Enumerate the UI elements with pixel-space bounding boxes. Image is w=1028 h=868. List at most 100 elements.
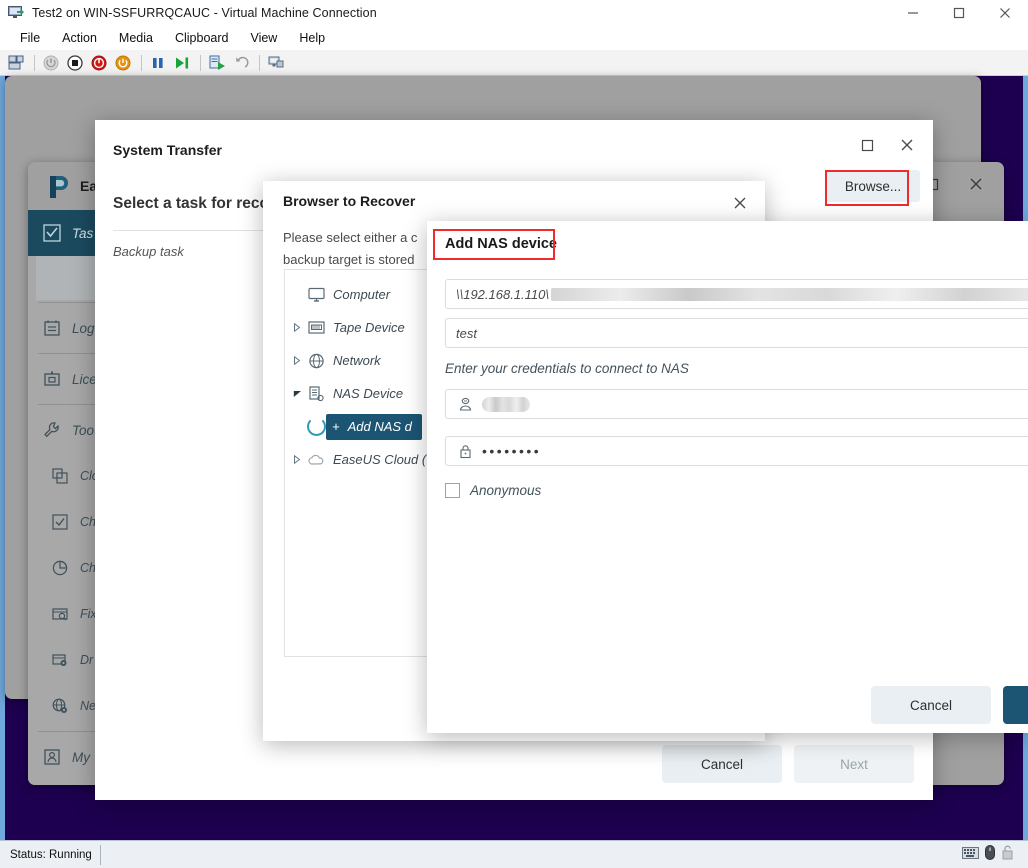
chevron-right-icon[interactable] bbox=[289, 455, 305, 464]
chevron-right-icon[interactable] bbox=[289, 356, 305, 365]
vm-titlebar: Test2 on WIN-SSFURRQCAUC - Virtual Machi… bbox=[0, 0, 1028, 27]
credentials-label: Enter your credentials to connect to NAS bbox=[445, 361, 689, 376]
anonymous-checkbox-row[interactable]: Anonymous bbox=[445, 483, 541, 498]
play-icon[interactable] bbox=[171, 52, 193, 74]
sidebar-item-label: Ch bbox=[80, 515, 96, 529]
keyboard-icon bbox=[962, 846, 979, 864]
mouse-icon bbox=[985, 845, 995, 865]
sidebar-item-label: Ne bbox=[80, 699, 96, 713]
nas-path-input[interactable]: \\192.168.1.110\ bbox=[445, 279, 1028, 309]
screen-root: Test2 on WIN-SSFURRQCAUC - Virtual Machi… bbox=[0, 0, 1028, 868]
nas-username-input[interactable] bbox=[445, 389, 1028, 419]
anonymous-checkbox[interactable] bbox=[445, 483, 460, 498]
vm-connection-icon bbox=[8, 6, 24, 20]
network-globe-icon bbox=[50, 696, 70, 716]
sidebar-item-label: Log bbox=[72, 320, 95, 336]
toolbar-separator-3 bbox=[200, 54, 201, 71]
system-transfer-window-controls bbox=[847, 130, 927, 160]
check-image-icon bbox=[50, 512, 70, 532]
toolbar-separator-2 bbox=[141, 54, 142, 71]
nas-name-input[interactable]: test bbox=[445, 318, 1028, 348]
page-title: Select a task for reco bbox=[113, 195, 269, 212]
checkpoint-icon[interactable] bbox=[206, 52, 228, 74]
menu-view[interactable]: View bbox=[240, 29, 287, 47]
sidebar-item-label: Lice bbox=[72, 371, 97, 387]
vm-window-controls bbox=[890, 0, 1028, 26]
sidebar-item-label: My bbox=[72, 749, 90, 765]
sidebar-item-label: Too bbox=[72, 422, 95, 438]
system-transfer-maximize-button[interactable] bbox=[847, 130, 887, 160]
toolbar-separator-4 bbox=[259, 54, 260, 71]
system-transfer-cancel-button[interactable]: Cancel bbox=[662, 745, 782, 783]
nas-name-value: test bbox=[456, 325, 477, 341]
tree-item-label: Add NAS d bbox=[347, 419, 412, 434]
browser-to-recover-close-button[interactable] bbox=[725, 189, 755, 217]
vm-toolbar bbox=[0, 50, 1028, 76]
sidebar-item-label: Dr bbox=[80, 653, 94, 667]
add-nas-device-dialog: Add NAS device \\192.168.1.110\ test Ent… bbox=[427, 221, 1028, 733]
menu-media[interactable]: Media bbox=[109, 29, 163, 47]
nas-password-input[interactable]: •••••••• bbox=[445, 436, 1028, 466]
lock-icon bbox=[456, 444, 474, 459]
vm-title-text: Test2 on WIN-SSFURRQCAUC - Virtual Machi… bbox=[32, 6, 377, 20]
pause-icon[interactable] bbox=[147, 52, 169, 74]
dialog-title: System Transfer bbox=[113, 142, 222, 158]
nas-path-value: \\192.168.1.110\ bbox=[456, 286, 550, 302]
drive-settings-icon bbox=[50, 650, 70, 670]
fix-boot-icon bbox=[50, 604, 70, 624]
loading-spinner-icon bbox=[307, 417, 326, 436]
menu-file[interactable]: File bbox=[10, 29, 50, 47]
tape-device-icon bbox=[305, 320, 327, 335]
sidebar-item-label: Ch bbox=[80, 561, 96, 575]
nas-device-icon bbox=[305, 385, 327, 402]
sidebar-item-label: Tas bbox=[72, 225, 94, 241]
monitor-icon bbox=[305, 287, 327, 303]
browse-button-highlight bbox=[825, 170, 909, 206]
tree-item-selected-highlight: + Add NAS d bbox=[326, 413, 422, 440]
add-nas-device-title-highlight bbox=[433, 229, 555, 260]
menu-help[interactable]: Help bbox=[289, 29, 335, 47]
clone-icon bbox=[50, 466, 70, 486]
easeus-close-button[interactable] bbox=[954, 164, 998, 204]
nas-cancel-button[interactable]: Cancel bbox=[871, 686, 991, 724]
tree-item-label: Computer bbox=[333, 287, 391, 302]
redacted-path-overlay bbox=[551, 287, 1028, 301]
vm-maximize-button[interactable] bbox=[936, 0, 982, 26]
cloud-icon bbox=[305, 453, 327, 467]
power-start-icon[interactable] bbox=[40, 52, 62, 74]
tree-item-label: NAS Device bbox=[333, 386, 404, 401]
toolbar-separator bbox=[34, 54, 35, 71]
pie-chart-icon bbox=[50, 558, 70, 578]
power-orange-icon[interactable] bbox=[112, 52, 134, 74]
revert-arrow-icon[interactable] bbox=[230, 52, 252, 74]
tree-item-label: EaseUS Cloud ( bbox=[333, 452, 427, 467]
tools-wrench-icon bbox=[42, 420, 62, 440]
tree-item-label: Tape Device bbox=[333, 320, 405, 335]
system-transfer-close-button[interactable] bbox=[887, 130, 927, 160]
network-globe-icon bbox=[305, 353, 327, 369]
anonymous-label: Anonymous bbox=[470, 483, 542, 498]
menu-action[interactable]: Action bbox=[52, 29, 107, 47]
column-header-backup-task: Backup task bbox=[113, 244, 184, 259]
status-text: Status: Running bbox=[2, 844, 101, 865]
lock-open-icon bbox=[1001, 845, 1014, 865]
chevron-right-icon[interactable] bbox=[289, 323, 305, 332]
tree-item-label: Network bbox=[333, 353, 381, 368]
vm-close-button[interactable] bbox=[982, 0, 1028, 26]
vm-settings-icon[interactable] bbox=[265, 52, 287, 74]
menu-clipboard[interactable]: Clipboard bbox=[165, 29, 239, 47]
redacted-username-overlay bbox=[482, 396, 530, 412]
nas-confirm-button[interactable] bbox=[1003, 686, 1028, 724]
dialog-title: Browser to Recover bbox=[283, 193, 416, 209]
chevron-down-icon[interactable] bbox=[289, 389, 305, 398]
vm-minimize-button[interactable] bbox=[890, 0, 936, 26]
vm-menubar: File Action Media Clipboard View Help bbox=[0, 26, 1028, 50]
ctrl-alt-del-icon[interactable] bbox=[5, 52, 27, 74]
my-account-icon bbox=[42, 747, 62, 767]
user-icon bbox=[456, 397, 474, 412]
plus-icon: + bbox=[332, 419, 340, 434]
shutdown-red-icon[interactable] bbox=[88, 52, 110, 74]
nas-password-value: •••••••• bbox=[482, 443, 542, 459]
stop-square-icon[interactable] bbox=[64, 52, 86, 74]
easeus-logo-icon bbox=[46, 174, 72, 200]
